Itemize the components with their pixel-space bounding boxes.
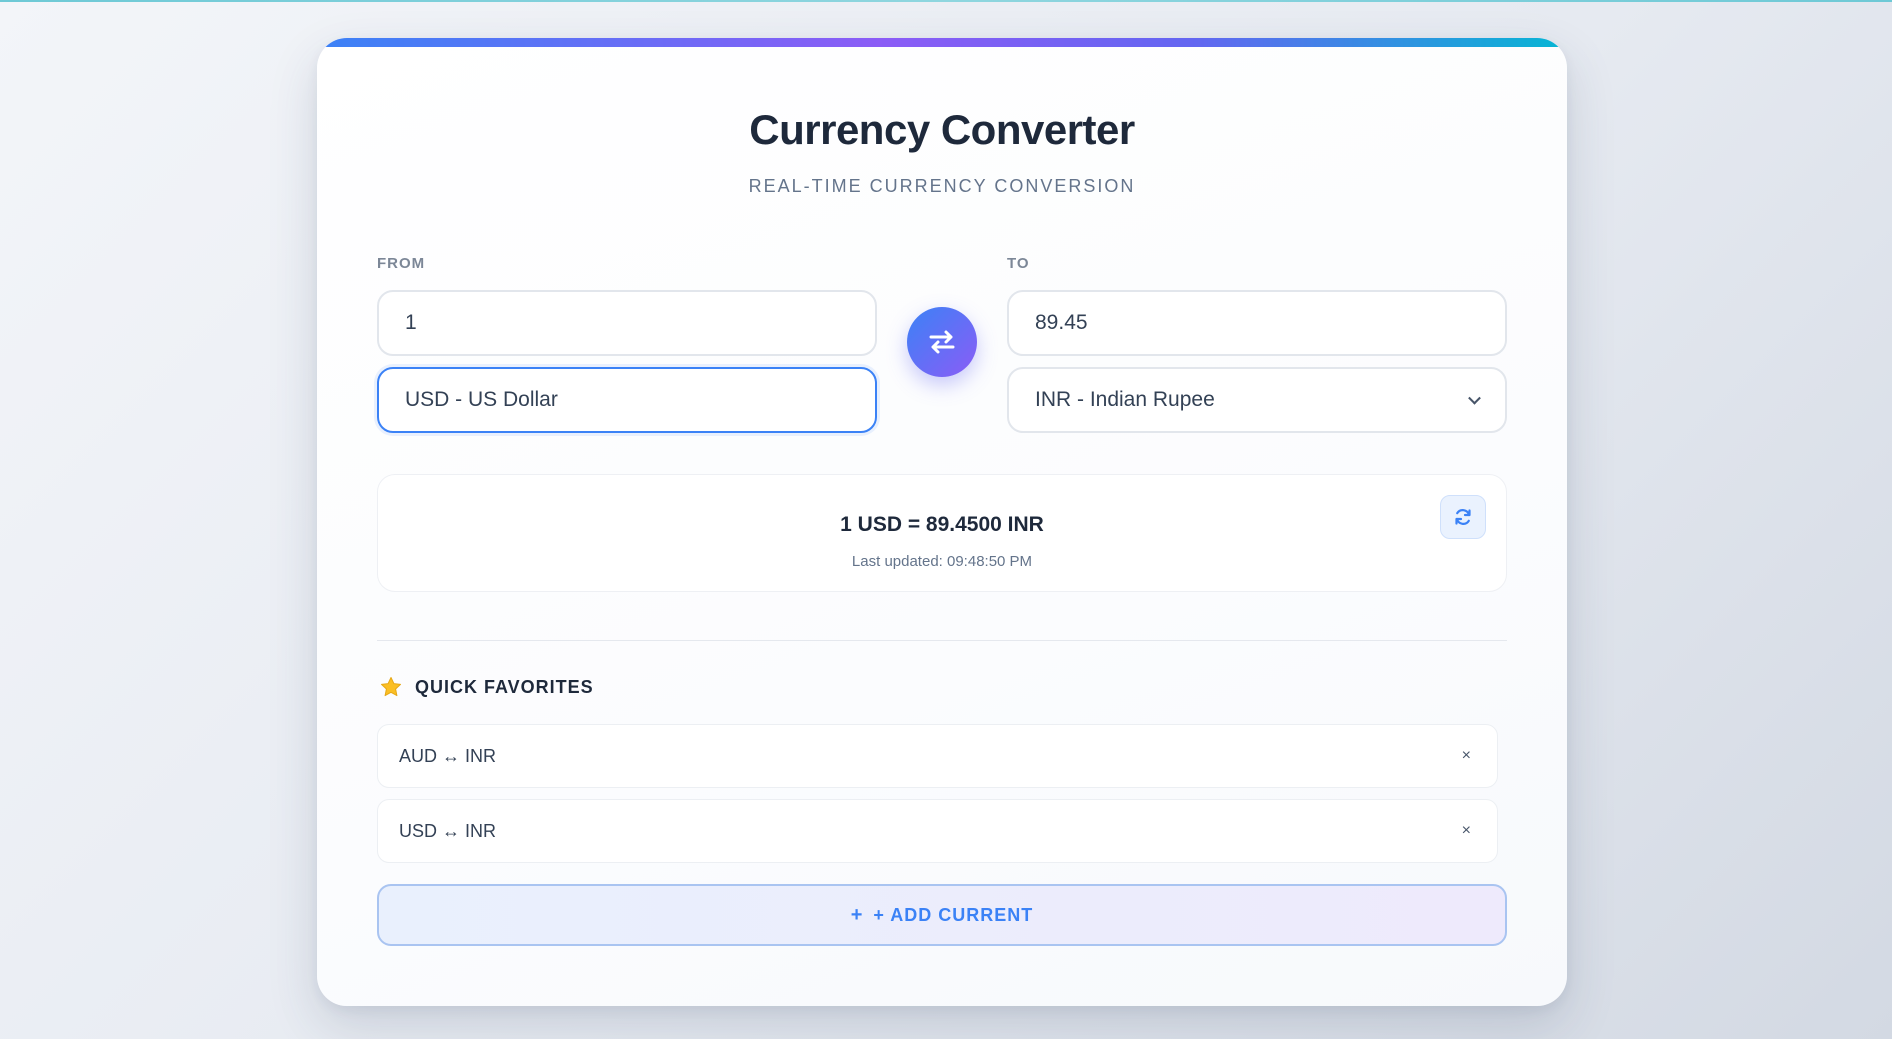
add-current-label: + ADD CURRENT [873,904,1034,925]
swap-arrows-icon [929,330,955,354]
from-currency-value: USD - US Dollar [405,388,558,411]
favorite-label: USD ↔ INR [399,820,497,841]
remove-favorite-button[interactable]: × [1462,822,1471,840]
to-amount-value: 89.45 [1035,311,1088,334]
add-current-button[interactable]: + + ADD CURRENT [377,884,1507,946]
converter-card: Currency Converter REAL-TIME CURRENCY CO… [317,38,1567,1006]
favorite-item[interactable]: USD ↔ INR × [377,799,1498,863]
card-accent-bar [317,38,1567,47]
from-currency-select[interactable]: USD - US Dollar [377,367,877,433]
last-updated-text: Last updated: 09:48:50 PM [851,553,1033,570]
page-title: Currency Converter [749,106,1135,153]
from-amount-value: 1 [405,311,417,334]
refresh-icon [1455,509,1471,525]
favorites-header: QUICK FAVORITES [379,675,594,699]
to-amount-output[interactable]: 89.45 [1007,290,1507,356]
favorite-item[interactable]: AUD ↔ INR × [377,724,1498,788]
section-divider [377,640,1507,641]
from-amount-input[interactable]: 1 [377,290,877,356]
page-subtitle: REAL-TIME CURRENCY CONVERSION [748,176,1136,196]
refresh-button[interactable] [1440,495,1486,539]
to-label: TO [1007,255,1030,272]
chevron-down-icon [1468,391,1481,405]
to-currency-select[interactable]: INR - Indian Rupee [1007,367,1507,433]
swap-button[interactable] [907,307,977,377]
favorite-label: AUD ↔ INR [399,745,497,766]
star-icon [381,677,401,697]
plus-icon: + [850,903,864,926]
exchange-rate-panel: 1 USD = 89.4500 INR Last updated: 09:48:… [377,474,1507,592]
top-accent-line [0,0,1892,2]
favorites-title: QUICK FAVORITES [415,676,594,697]
to-currency-value: INR - Indian Rupee [1035,388,1215,411]
exchange-rate-text: 1 USD = 89.4500 INR [840,513,1044,536]
remove-favorite-button[interactable]: × [1462,747,1471,765]
from-label: FROM [377,255,426,272]
